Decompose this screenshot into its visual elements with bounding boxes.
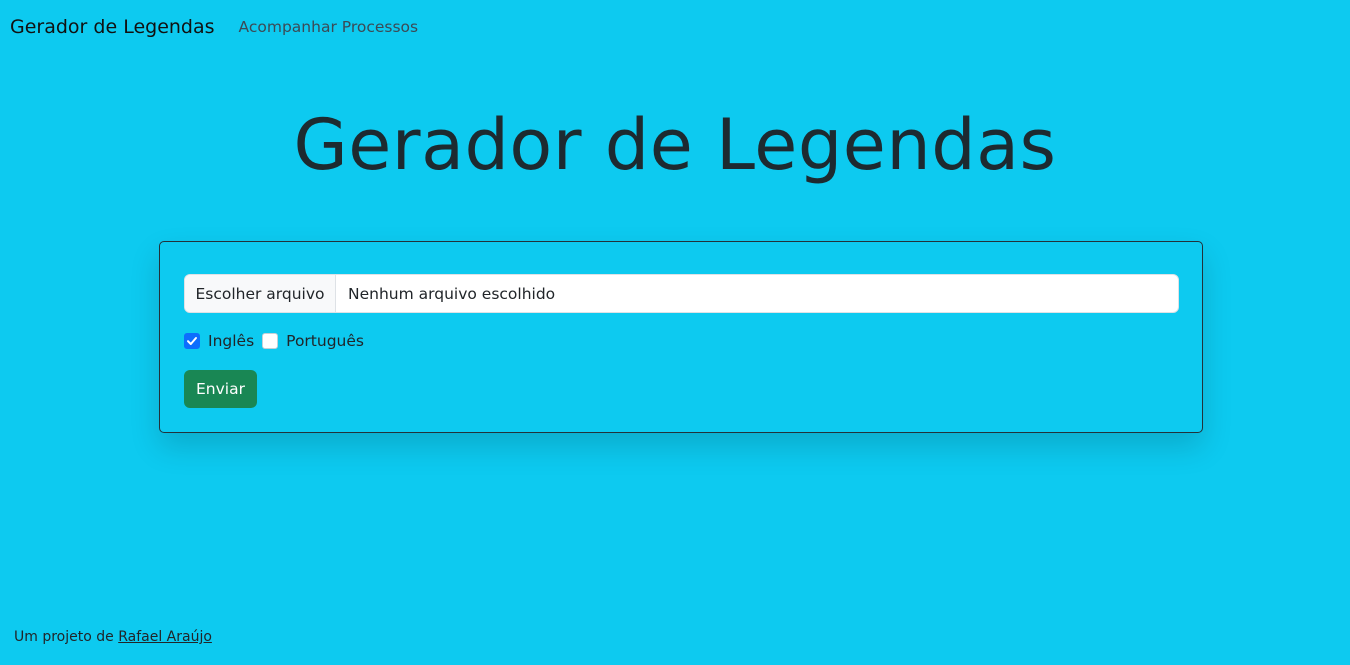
footer: Um projeto de Rafael Araújo <box>14 629 212 645</box>
language-option-portugues[interactable]: Português <box>262 332 364 350</box>
language-options: Inglês Português <box>184 330 372 352</box>
submit-button[interactable]: Enviar <box>184 370 257 408</box>
upload-form-card: Escolher arquivo Nenhum arquivo escolhid… <box>159 241 1203 433</box>
page-title: Gerador de Legendas <box>293 104 1057 186</box>
file-status-text: Nenhum arquivo escolhido <box>348 284 556 303</box>
footer-prefix: Um projeto de <box>14 629 119 645</box>
checkbox-ingles[interactable] <box>184 333 200 349</box>
language-option-ingles[interactable]: Inglês <box>184 332 254 350</box>
choose-file-button[interactable]: Escolher arquivo <box>185 275 336 312</box>
nav-link-acompanhar-processos[interactable]: Acompanhar Processos <box>239 18 419 36</box>
navbar: Gerador de Legendas Acompanhar Processos <box>0 0 1350 54</box>
author-link[interactable]: Rafael Araújo <box>118 629 212 645</box>
checkmark-icon <box>187 337 197 345</box>
checkbox-label-portugues: Português <box>286 332 364 350</box>
checkbox-portugues[interactable] <box>262 333 279 349</box>
navbar-brand[interactable]: Gerador de Legendas <box>10 16 215 38</box>
checkbox-label-ingles: Inglês <box>208 332 255 350</box>
file-input[interactable]: Escolher arquivo Nenhum arquivo escolhid… <box>184 274 1179 313</box>
